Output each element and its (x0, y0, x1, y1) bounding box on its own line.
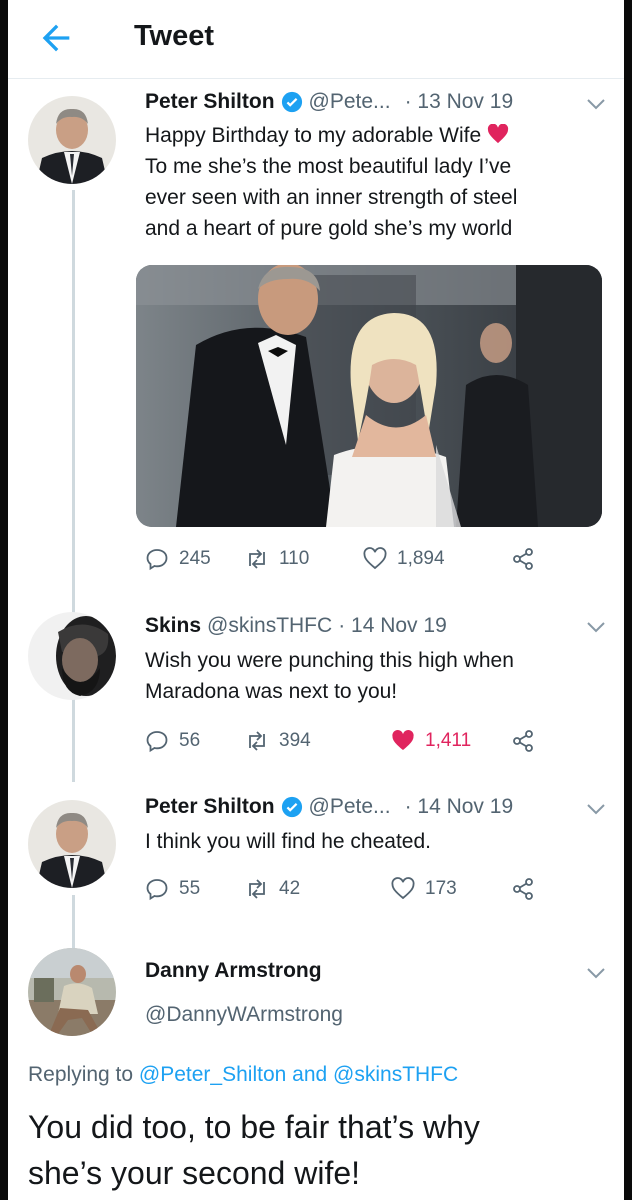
reply-icon (146, 549, 168, 571)
verified-badge-icon (281, 91, 303, 113)
share-icon (513, 878, 533, 900)
share-button[interactable] (511, 877, 535, 901)
replying-to: Replying to @Peter_Shilton and @skinsTHF… (28, 1063, 458, 1087)
tweet-text-line: You did too, to be fair that’s why (28, 1109, 480, 1145)
retweet-count: 394 (279, 730, 311, 751)
mention-link[interactable]: @Peter_Shilton (139, 1063, 286, 1086)
tweet-text: Happy Birthday to my adorable Wife To me… (145, 120, 615, 244)
retweet-button[interactable]: 110 (245, 547, 309, 571)
tweet-text-line: Wish you were punching this high when (145, 649, 514, 672)
like-button[interactable]: 173 (391, 877, 457, 901)
tweet-header: Skins @skinsTHFC · 14 Nov 19 (145, 614, 447, 638)
author-handle[interactable]: @Pete... (309, 795, 391, 819)
retweet-icon (249, 549, 265, 569)
retweet-count: 110 (279, 548, 310, 569)
tweet-header: Peter Shilton @Pete... · 14 Nov 19 (145, 795, 513, 819)
author-name[interactable]: Peter Shilton (145, 90, 275, 114)
share-icon (513, 730, 533, 752)
author-name[interactable]: Peter Shilton (145, 795, 275, 819)
tweet-text: Wish you were punching this high when Ma… (145, 645, 615, 707)
share-button[interactable] (511, 547, 535, 571)
share-icon (513, 548, 533, 570)
thread-line (72, 895, 75, 950)
avatar[interactable] (28, 800, 116, 888)
avatar[interactable] (28, 96, 116, 184)
like-icon (392, 729, 414, 750)
chevron-down-icon[interactable] (586, 620, 606, 634)
retweet-icon (249, 879, 265, 899)
page-title: Tweet (134, 20, 215, 52)
tweet-text-line: ever seen with an inner strength of stee… (145, 186, 518, 209)
back-arrow-icon[interactable] (36, 18, 76, 58)
focused-tweet-text: You did too, to be fair that’s why she’s… (28, 1104, 608, 1196)
tweet-date[interactable]: · 14 Nov 19 (405, 795, 514, 819)
tweet-photo[interactable] (136, 265, 602, 527)
like-button[interactable]: 1,894 (363, 547, 445, 571)
tweet-header: Peter Shilton @Pete... · 13 Nov 19 (145, 90, 513, 114)
tweet-text-line: she’s your second wife! (28, 1155, 361, 1191)
author-name[interactable]: Skins (145, 614, 201, 638)
retweet-button[interactable]: 394 (245, 729, 311, 753)
reply-count: 245 (179, 548, 211, 569)
tweet-screen: Tweet Peter Shilton @Pete... · 13 Nov 19… (8, 0, 624, 1200)
like-count: 1,411 (425, 730, 472, 751)
tweet-actions: 245 110 1,894 (145, 547, 565, 577)
tweet-actions: 56 394 1,411 (145, 729, 565, 759)
reply-count: 56 (179, 730, 201, 751)
tweet-actions: 55 42 173 (145, 877, 565, 907)
chevron-down-icon[interactable] (586, 97, 606, 111)
reply-icon (146, 879, 168, 901)
top-bar: Tweet (8, 0, 624, 79)
tweet-date[interactable]: · 14 Nov 19 (338, 614, 447, 638)
tweet-date[interactable]: · 13 Nov 19 (405, 90, 514, 114)
author-handle[interactable]: @DannyWArmstrong (145, 1003, 343, 1027)
verified-badge-icon (281, 796, 303, 818)
reply-count: 55 (179, 878, 201, 899)
like-count: 173 (425, 878, 457, 899)
avatar[interactable] (28, 948, 116, 1036)
reply-icon (146, 731, 168, 753)
reply-button[interactable]: 55 (145, 877, 200, 901)
reply-button[interactable]: 245 (145, 547, 211, 571)
tweet-text-line: Happy Birthday to my adorable Wife (145, 120, 615, 151)
tweet-text-line: and a heart of pure gold she’s my world (145, 217, 513, 240)
share-button[interactable] (511, 729, 535, 753)
like-button[interactable]: 1,411 (391, 729, 471, 753)
retweet-icon (249, 731, 265, 751)
chevron-down-icon[interactable] (586, 966, 606, 980)
retweet-button[interactable]: 42 (245, 877, 300, 901)
tweet-text-line: Maradona was next to you! (145, 680, 398, 703)
author-handle[interactable]: @skinsTHFC (207, 614, 332, 638)
like-icon (363, 547, 387, 570)
tweet-text-line: To me she’s the most beautiful lady I’ve (145, 155, 512, 178)
like-icon (391, 877, 415, 900)
replying-to-label: Replying to (28, 1063, 139, 1086)
heart-emoji-icon (487, 123, 509, 144)
replying-to-and: and (286, 1063, 334, 1086)
reply-button[interactable]: 56 (145, 729, 200, 753)
like-count: 1,894 (397, 548, 445, 569)
author-handle[interactable]: @Pete... (309, 90, 391, 114)
chevron-down-icon[interactable] (586, 802, 606, 816)
mention-link[interactable]: @skinsTHFC (333, 1063, 458, 1086)
tweet-text: I think you will find he cheated. (145, 830, 432, 853)
author-name[interactable]: Danny Armstrong (145, 959, 322, 983)
retweet-count: 42 (279, 878, 301, 899)
avatar[interactable] (28, 612, 116, 700)
